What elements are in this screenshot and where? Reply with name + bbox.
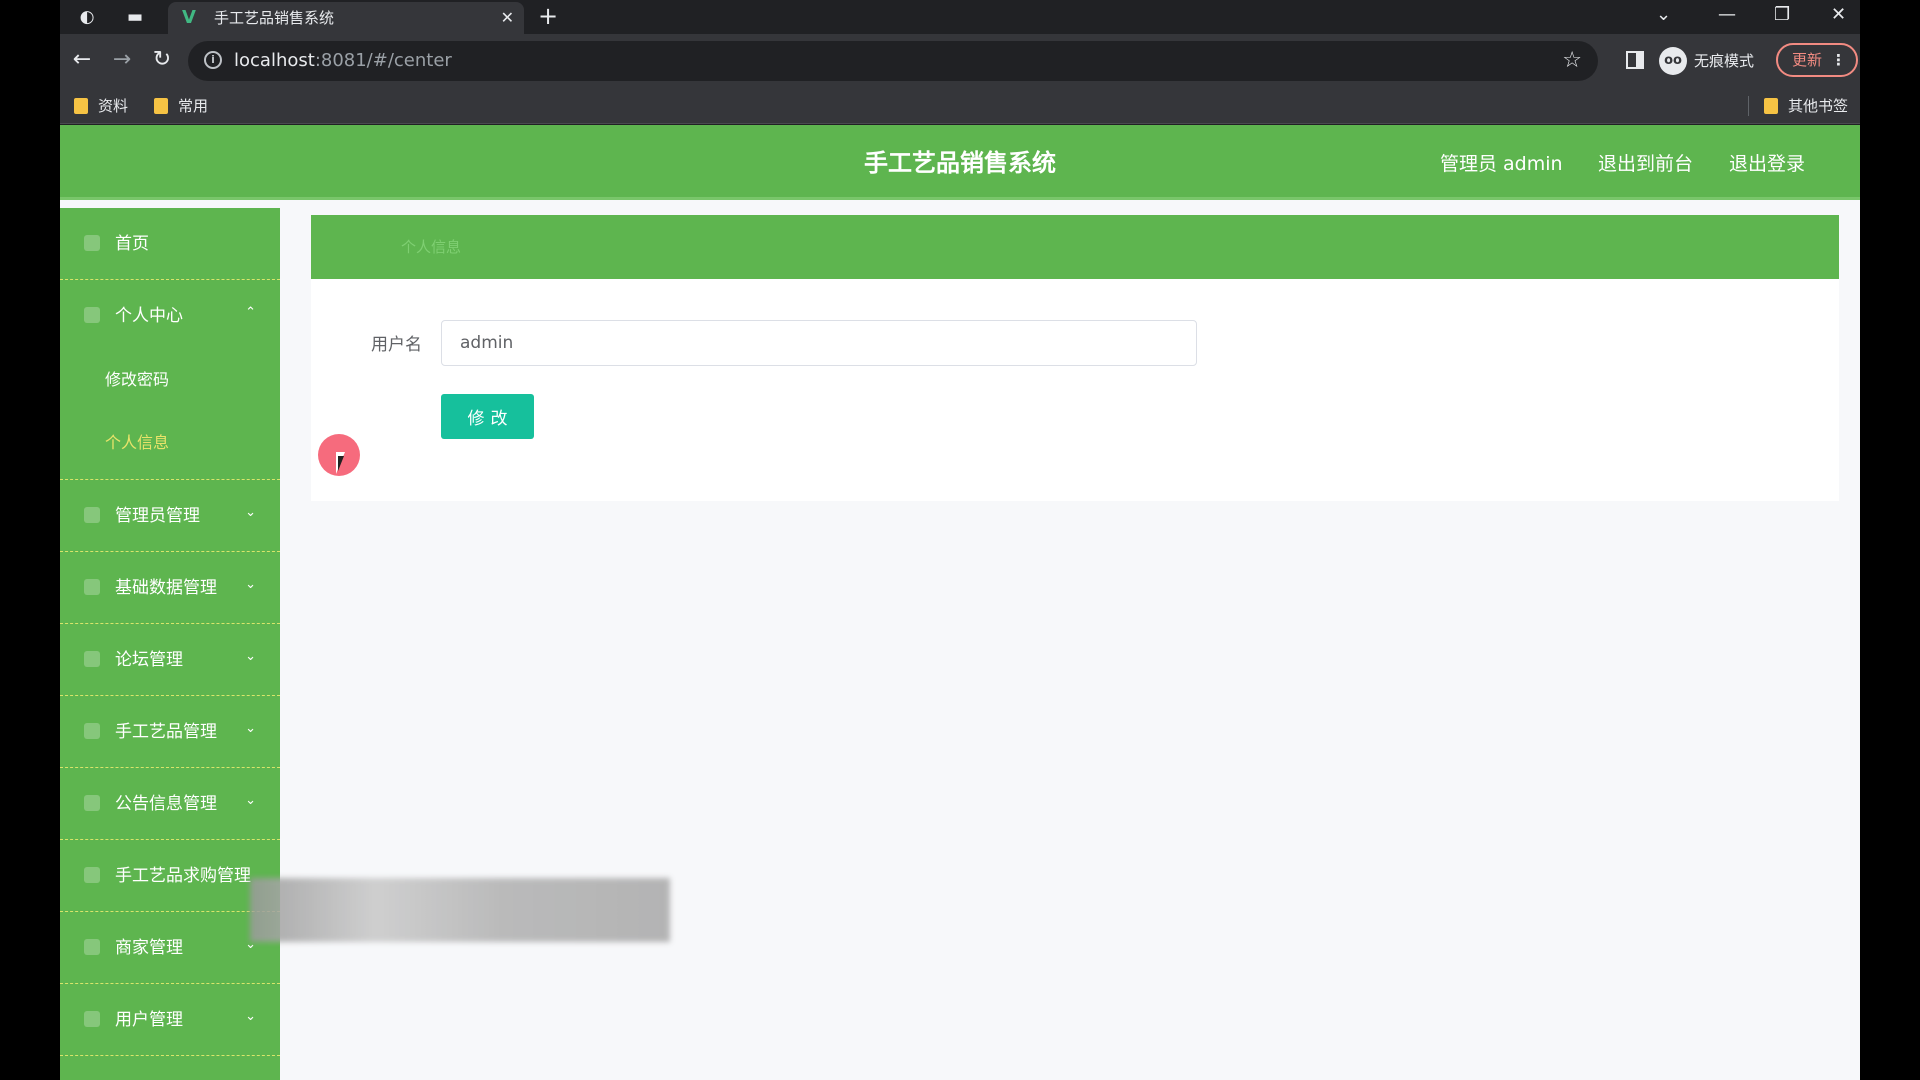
breadcrumb-current: 个人信息: [401, 238, 462, 256]
back-icon[interactable]: ←: [68, 47, 96, 73]
sidebar-subitem-personal-info[interactable]: 个人信息: [105, 432, 169, 454]
chevron-down-icon: ⌄: [245, 649, 256, 664]
admin-icon: [84, 507, 100, 523]
bookmarks-bar: 资料 常用 其他书签: [60, 88, 1860, 124]
chevron-down-icon: ⌄: [245, 505, 256, 520]
sidebar-item-merchants[interactable]: 商家管理 ⌄: [60, 912, 280, 984]
bookmark-folder-common[interactable]: 常用: [154, 96, 208, 116]
logout-link[interactable]: 退出登录: [1729, 151, 1805, 177]
bookmark-star-icon[interactable]: ☆: [1562, 48, 1582, 74]
active-tab[interactable]: V 手工艺品销售系统 ✕: [168, 2, 524, 34]
browser-window: ◐ ▬ V 手工艺品销售系统 ✕ + ⌄ — ❐ ✕ ← → ↻ i local…: [60, 0, 1860, 1080]
sidebar-item-personal-center[interactable]: 个人中心 ⌃ 修改密码 个人信息: [60, 280, 280, 480]
sidebar-item-label: 基础数据管理: [115, 578, 217, 598]
username-input[interactable]: [441, 320, 1197, 366]
data-icon: [84, 579, 100, 595]
sidebar-item-label: 公告信息管理: [115, 794, 217, 814]
tab-search-icon[interactable]: ⌄: [1656, 2, 1671, 28]
side-panel-icon[interactable]: [1626, 51, 1644, 69]
chevron-down-icon: ⌄: [245, 721, 256, 736]
sidebar-item-label: 用户管理: [115, 1010, 183, 1030]
chevron-up-icon: ⌃: [245, 305, 256, 320]
tab-bar: ◐ ▬ V 手工艺品销售系统 ✕ + ⌄ — ❐ ✕: [60, 0, 1860, 34]
tab-title: 手工艺品销售系统: [214, 9, 335, 27]
users-icon: [84, 1011, 100, 1027]
profile-form-card: 用户名 修改: [311, 279, 1839, 501]
site-title: 手工艺品销售系统: [864, 149, 1056, 177]
to-front-link[interactable]: 退出到前台: [1598, 151, 1693, 177]
sidebar-item-label: 首页: [115, 234, 149, 254]
sidebar-item-admin-mgmt[interactable]: 管理员管理 ⌄: [60, 480, 280, 552]
sidebar-item-home[interactable]: 首页: [60, 208, 280, 280]
user-icon: [84, 307, 100, 323]
screen: ◐ ▬ V 手工艺品销售系统 ✕ + ⌄ — ❐ ✕ ← → ↻ i local…: [0, 0, 1920, 1080]
incognito-label: 无痕模式: [1694, 52, 1755, 70]
sidebar-item-forum[interactable]: 论坛管理 ⌄: [60, 624, 280, 696]
sidebar-item-crafts[interactable]: 手工艺品管理 ⌄: [60, 696, 280, 768]
admin-label: 管理员 admin: [1440, 153, 1563, 175]
sidebar-item-label: 论坛管理: [115, 650, 183, 670]
sidebar-item-label: 管理员管理: [115, 506, 200, 526]
update-button[interactable]: 更新 ⋮: [1776, 43, 1858, 77]
page-content: 手工艺品销售系统 管理员 admin 退出到前台 退出登录 首页 个人中心 ⌃ …: [60, 125, 1860, 1080]
incognito-icon[interactable]: oo: [1659, 47, 1687, 75]
blurred-overlay: [250, 878, 670, 942]
site-info-icon[interactable]: i: [204, 51, 222, 69]
sidebar-item-notices[interactable]: 公告信息管理 ⌄: [60, 768, 280, 840]
sidebar: 首页 个人中心 ⌃ 修改密码 个人信息 管理员管理 ⌄ 基础数据管理 ⌄ 论坛管…: [60, 208, 280, 1080]
tab-strip-icon[interactable]: ▬: [124, 6, 146, 28]
sidebar-subitem-change-password[interactable]: 修改密码: [105, 369, 169, 391]
update-label: 更新: [1792, 51, 1823, 69]
sidebar-item-label: 手工艺品管理: [115, 722, 217, 742]
bookmark-separator: [1748, 96, 1749, 116]
chevron-down-icon: ⌄: [245, 1009, 256, 1024]
sidebar-item-label: 手工艺品求购管理: [115, 866, 251, 886]
home-icon: [84, 235, 100, 251]
forum-icon: [84, 651, 100, 667]
globe-icon[interactable]: ◐: [76, 6, 98, 28]
craft-icon: [84, 723, 100, 739]
reload-icon[interactable]: ↻: [148, 47, 176, 73]
new-tab-icon[interactable]: +: [538, 3, 558, 29]
merchant-icon: [84, 939, 100, 955]
browser-toolbar: ← → ↻ i localhost:8081/#/center ☆ oo 无痕模…: [60, 34, 1860, 88]
forward-icon[interactable]: →: [108, 47, 136, 73]
other-bookmarks-folder[interactable]: 其他书签: [1764, 96, 1848, 116]
breadcrumb: 个人信息: [311, 215, 1839, 279]
menu-dots-icon[interactable]: ⋮: [1831, 45, 1846, 75]
mouse-cursor-inner: [338, 456, 344, 471]
close-tab-icon[interactable]: ✕: [501, 7, 514, 29]
close-window-icon[interactable]: ✕: [1831, 2, 1846, 28]
bookmark-folder-docs[interactable]: 资料: [74, 96, 128, 116]
url-text: localhost:8081/#/center: [234, 50, 452, 71]
notice-icon: [84, 795, 100, 811]
vue-favicon-icon: V: [182, 7, 196, 28]
chevron-down-icon: ⌄: [245, 793, 256, 808]
sidebar-item-label: 商家管理: [115, 938, 183, 958]
address-bar[interactable]: i localhost:8081/#/center ☆: [188, 41, 1598, 81]
restore-icon[interactable]: ❐: [1774, 2, 1790, 28]
username-label: 用户名: [371, 335, 422, 355]
sidebar-item-craft-purchase[interactable]: 手工艺品求购管理: [60, 840, 280, 912]
chevron-down-icon: ⌄: [245, 577, 256, 592]
minimize-icon[interactable]: —: [1718, 2, 1736, 28]
sidebar-item-label: 个人中心: [115, 306, 183, 326]
site-header: 手工艺品销售系统 管理员 admin 退出到前台 退出登录: [60, 125, 1860, 200]
modify-button[interactable]: 修改: [441, 394, 534, 439]
purchase-icon: [84, 867, 100, 883]
sidebar-item-users[interactable]: 用户管理 ⌄: [60, 984, 280, 1056]
sidebar-item-basic-data[interactable]: 基础数据管理 ⌄: [60, 552, 280, 624]
